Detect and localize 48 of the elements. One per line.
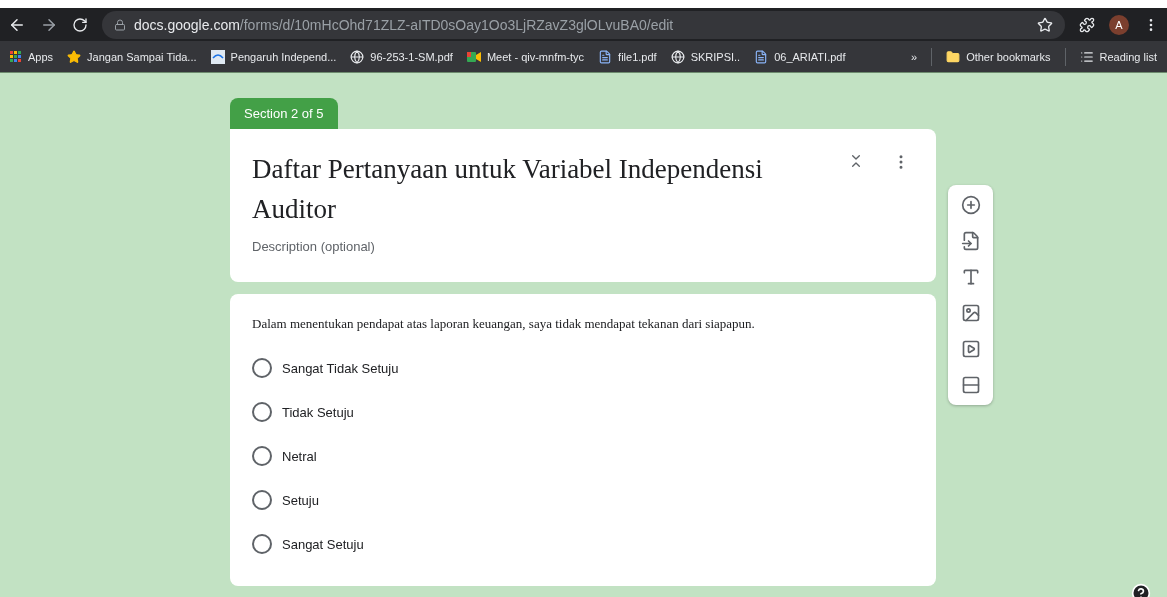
section-icon[interactable] bbox=[960, 375, 981, 395]
bookmark-item[interactable]: Apps bbox=[10, 50, 54, 63]
description-field[interactable]: Description (optional) bbox=[252, 239, 914, 254]
image-icon[interactable] bbox=[960, 303, 981, 323]
option-label: Sangat Tidak Setuju bbox=[282, 360, 399, 376]
profile-avatar[interactable]: A bbox=[1109, 14, 1129, 35]
help-icon[interactable] bbox=[1131, 583, 1151, 597]
extensions-icon[interactable] bbox=[1079, 16, 1095, 33]
site-logo-icon bbox=[210, 49, 225, 64]
reload-icon[interactable] bbox=[72, 16, 88, 33]
file-icon bbox=[754, 49, 769, 64]
lock-icon bbox=[114, 18, 126, 31]
globe-icon bbox=[350, 49, 365, 64]
bookmark-item[interactable]: Jangan Sampai Tida... bbox=[67, 49, 197, 64]
bookmark-item[interactable]: 06_ARIATI.pdf bbox=[754, 49, 846, 64]
other-bookmarks[interactable]: Other bookmarks bbox=[946, 49, 1051, 64]
section-title[interactable]: Daftar Pertanyaan untuk Variabel Independensi Auditor bbox=[252, 149, 822, 229]
option-label: Tidak Setuju bbox=[282, 404, 354, 420]
option-label: Setuju bbox=[282, 492, 319, 508]
folder-icon bbox=[946, 49, 961, 64]
section-badge: Section 2 of 5 bbox=[230, 98, 338, 129]
bookmarks-overflow[interactable]: » bbox=[911, 50, 918, 63]
bookmark-star-icon[interactable] bbox=[1037, 16, 1053, 33]
bookmark-item[interactable]: Meet - qiv-mnfm-tyc bbox=[466, 50, 585, 63]
radio-button[interactable] bbox=[252, 402, 272, 422]
radio-button[interactable] bbox=[252, 534, 272, 554]
list-icon bbox=[1079, 49, 1094, 64]
apps-grid-icon bbox=[10, 50, 22, 63]
reading-list[interactable]: Reading list bbox=[1079, 49, 1157, 64]
option-label: Sangat Setuju bbox=[282, 536, 364, 552]
url-text: docs.google.com/forms/d/10mHcOhd71ZLZ-aITD0sOay1Oo3LjRZavZ3glOLvuBA0/edit bbox=[134, 16, 674, 33]
radio-button[interactable] bbox=[252, 490, 272, 510]
bookmark-item[interactable]: file1.pdf bbox=[598, 49, 657, 64]
bookmark-item[interactable]: SKRIPSI.. bbox=[670, 49, 741, 64]
file-icon bbox=[598, 49, 613, 64]
radio-button[interactable] bbox=[252, 358, 272, 378]
bookmark-item[interactable]: 96-253-1-SM.pdf bbox=[350, 49, 453, 64]
address-bar[interactable]: docs.google.com/forms/d/10mHcOhd71ZLZ-aITD0sOay1Oo3LjRZavZ3glOLvuBA0/edit bbox=[102, 10, 1065, 39]
import-icon[interactable] bbox=[960, 231, 981, 251]
option-label: Netral bbox=[282, 448, 317, 464]
radio-button[interactable] bbox=[252, 446, 272, 466]
question-text: Dalam menentukan pendapat atas laporan keuangan, saya tidak mendapat tekanan dari siapapun. bbox=[252, 316, 756, 332]
video-camera-icon bbox=[466, 50, 481, 63]
video-icon[interactable] bbox=[960, 339, 981, 359]
globe-icon bbox=[670, 49, 685, 64]
bookmark-item[interactable]: Pengaruh Independ... bbox=[210, 49, 337, 64]
star-icon bbox=[67, 49, 82, 64]
add-question-icon[interactable] bbox=[960, 195, 981, 215]
